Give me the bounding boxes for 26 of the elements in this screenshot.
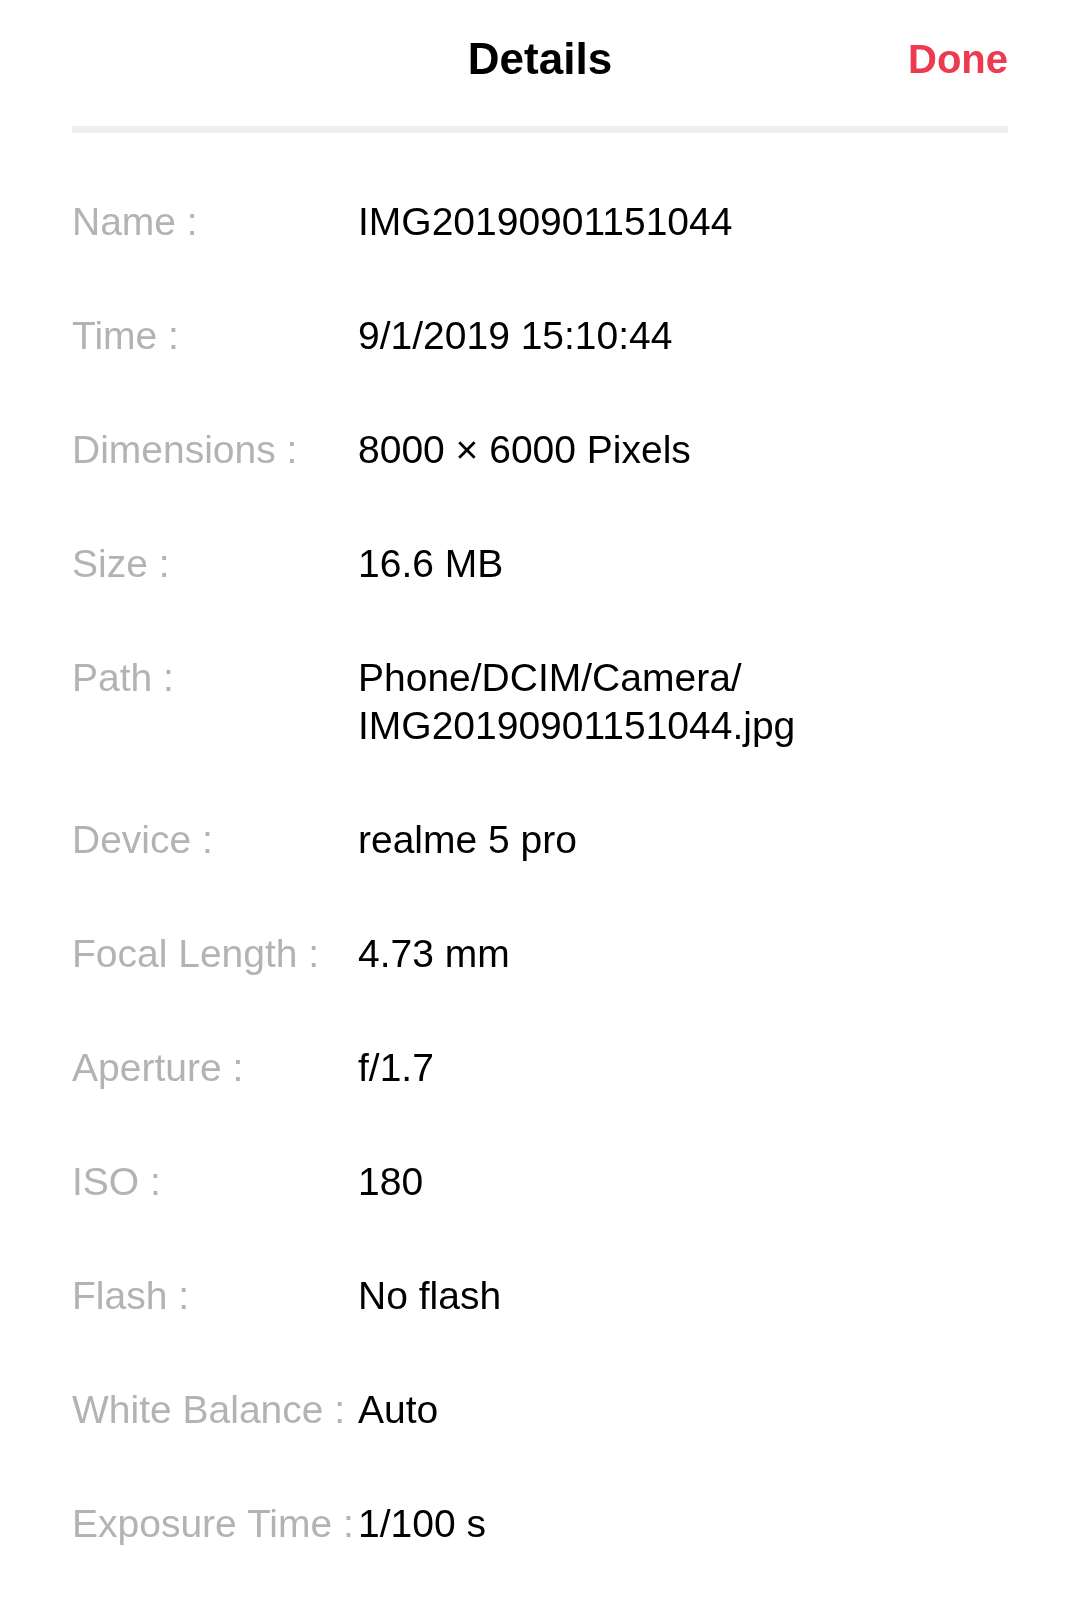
detail-value: 16.6 MB — [358, 541, 504, 587]
detail-label: Aperture : — [72, 1045, 244, 1091]
detail-value: 4.73 mm — [358, 931, 510, 977]
detail-label: Name : — [72, 199, 198, 245]
detail-label: Exposure Time : — [72, 1501, 354, 1547]
detail-label: White Balance : — [72, 1387, 346, 1433]
detail-value: 1/100 s — [358, 1501, 486, 1547]
done-button[interactable]: Done — [908, 35, 1008, 83]
detail-value: 9/1/2019 15:10:44 — [358, 313, 673, 359]
detail-value: f/1.7 — [358, 1045, 434, 1091]
detail-value: 8000 × 6000 Pixels — [358, 427, 691, 473]
detail-value: No flash — [358, 1273, 502, 1319]
detail-label: Flash : — [72, 1273, 190, 1319]
detail-label: Path : — [72, 655, 174, 701]
detail-value: 180 — [358, 1159, 424, 1205]
detail-label: Time : — [72, 313, 179, 359]
detail-value: Phone/DCIM/Camera/IMG20190901151044.jpg — [358, 655, 797, 749]
detail-label: Device : — [72, 817, 213, 863]
detail-label: Focal Length : — [72, 931, 320, 977]
detail-value: realme 5 pro — [358, 817, 577, 863]
dialog-title: Details — [467, 33, 613, 85]
detail-value: Auto — [358, 1387, 439, 1433]
detail-label: ISO : — [72, 1159, 161, 1205]
detail-label: Dimensions : — [72, 427, 298, 473]
detail-label: Size : — [72, 541, 170, 587]
detail-value: IMG20190901151044 — [358, 199, 733, 245]
